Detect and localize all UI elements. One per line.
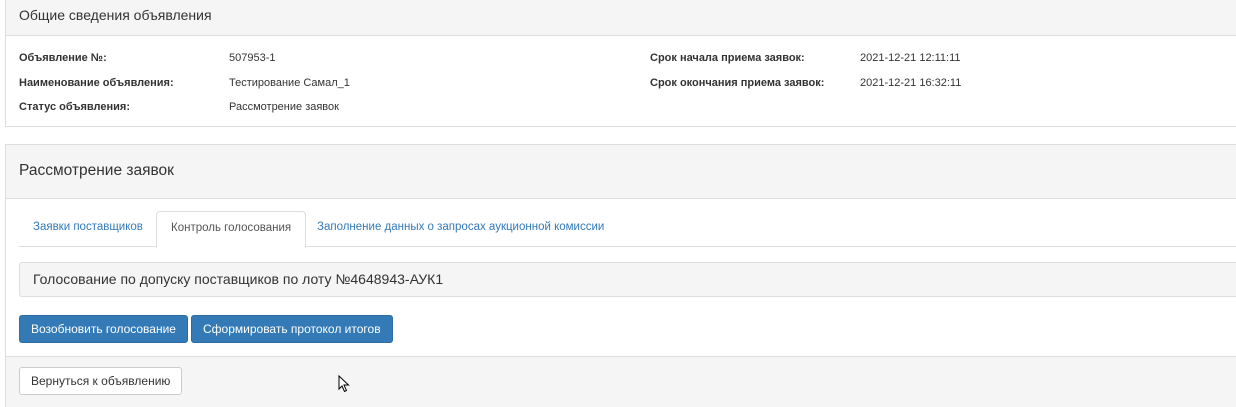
start-date-row: Срок начала приема заявок:: [650, 50, 805, 66]
tab-voting-control[interactable]: Контроль голосования: [156, 211, 307, 248]
announcement-number-label: Объявление №:: [19, 52, 107, 64]
announcement-name-value-row: Тестирование Самал_1: [229, 75, 350, 91]
announcement-status-value-row: Рассмотрение заявок: [229, 99, 339, 115]
start-date-value-row: 2021-12-21 12:11:11: [860, 50, 961, 66]
panel-footer: Вернуться к объявлению: [6, 356, 1236, 407]
announcement-number-value-row: 507953-1: [229, 50, 276, 66]
announcement-status-row: Статус объявления:: [19, 99, 130, 115]
announcement-name-row: Наименование объявления:: [19, 75, 174, 91]
review-heading: Рассмотрение заявок: [6, 145, 1236, 199]
end-date-row: Срок окончания приема заявок:: [650, 75, 824, 91]
start-date-value: 2021-12-21 12:11:11: [860, 52, 961, 64]
tab-supplier-applications[interactable]: Заявки поставщиков: [19, 211, 157, 247]
announcement-name-value: Тестирование Самал_1: [229, 77, 350, 89]
mouse-cursor-icon: [338, 375, 350, 393]
announcement-name-label: Наименование объявления:: [19, 77, 174, 89]
resume-voting-button[interactable]: Возобновить голосование: [19, 315, 188, 343]
announcement-status-value: Рассмотрение заявок: [229, 101, 339, 113]
start-date-label: Срок начала приема заявок:: [650, 52, 805, 64]
generate-protocol-button[interactable]: Сформировать протокол итогов: [191, 315, 393, 343]
end-date-value: 2021-12-21 16:32:11: [860, 77, 962, 89]
tab-commission-requests[interactable]: Заполнение данных о запросах аукционной …: [303, 211, 618, 247]
voting-title: Голосование по допуску поставщиков по ло…: [19, 262, 1236, 297]
announcement-status-label: Статус объявления:: [19, 101, 130, 113]
review-panel: Рассмотрение заявок Заявки поставщиков К…: [5, 144, 1236, 407]
announcement-number-value: 507953-1: [229, 52, 276, 64]
general-info-heading: Общие сведения объявления: [6, 0, 1236, 36]
announcement-number-row: Объявление №:: [19, 50, 107, 66]
end-date-value-row: 2021-12-21 16:32:11: [860, 75, 961, 91]
back-to-announcement-button[interactable]: Вернуться к объявлению: [19, 367, 183, 395]
general-info-panel: Общие сведения объявления Объявление №: …: [5, 0, 1236, 127]
review-tabs: Заявки поставщиков Контроль голосования …: [19, 211, 1236, 248]
end-date-label: Срок окончания приема заявок:: [650, 77, 825, 89]
